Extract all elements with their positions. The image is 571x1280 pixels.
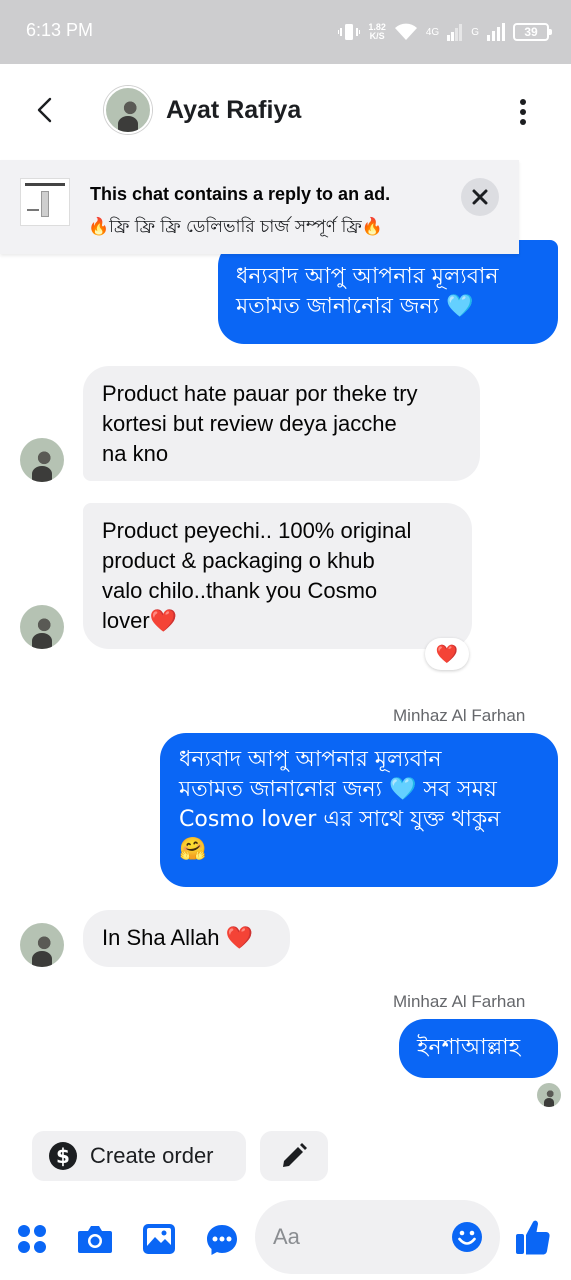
network-type-1: 4G — [425, 26, 440, 38]
message-reaction[interactable]: ❤️ — [425, 638, 469, 670]
message-text: Product hate pauar por theke try kortesi… — [102, 381, 418, 466]
message-incoming[interactable]: In Sha Allah ❤️ — [83, 910, 290, 967]
signal-icon-1 — [447, 24, 463, 41]
message-incoming[interactable]: Product hate pauar por theke try kortesi… — [83, 366, 480, 481]
battery-icon: 39 — [513, 23, 552, 41]
heart-reaction-icon: ❤️ — [435, 643, 459, 665]
signal-icon-2 — [487, 23, 505, 41]
contact-avatar[interactable] — [104, 86, 152, 134]
message-outgoing[interactable]: ধন্যবাদ আপু আপনার মূল্যবান মতামত জানানোর… — [160, 733, 558, 887]
ad-thumbnail — [20, 178, 70, 226]
dollar-icon: $ — [49, 1142, 77, 1170]
edit-button[interactable] — [260, 1131, 328, 1181]
message-text: In Sha Allah ❤️ — [102, 925, 253, 950]
seen-avatar — [537, 1083, 561, 1107]
emoji-icon[interactable] — [451, 1221, 483, 1253]
message-input-placeholder: Aa — [273, 1224, 300, 1249]
status-indicators: 1.82 K/S 4G G 39 — [338, 18, 552, 46]
message-incoming[interactable]: Product peyechi.. 100% original product … — [83, 503, 472, 649]
sender-name: Minhaz Al Farhan — [393, 706, 526, 725]
close-icon[interactable] — [461, 178, 499, 216]
more-vertical-icon[interactable] — [510, 98, 536, 126]
sender-avatar[interactable] — [20, 605, 64, 649]
message-composer: Aa — [0, 1196, 571, 1280]
ad-reply-banner[interactable]: This chat contains a reply to an ad. 🔥ফ্… — [0, 160, 519, 254]
wifi-icon — [394, 23, 417, 40]
status-time: 6:13 PM — [26, 20, 94, 40]
create-order-label: Create order — [90, 1143, 214, 1168]
message-outgoing[interactable]: ধন্যবাদ আপু আপনার মূল্যবান মতামত জানানোর… — [218, 240, 558, 344]
sender-name: Minhaz Al Farhan — [393, 992, 526, 1011]
network-speed: 1.82 K/S — [368, 22, 386, 41]
message-text: ধন্যবাদ আপু আপনার মূল্যবান মতামত জানানোর… — [236, 264, 499, 319]
vibrate-icon — [338, 24, 361, 40]
contact-name[interactable]: Ayat Rafiya — [166, 96, 301, 125]
apps-grid-icon[interactable] — [17, 1224, 47, 1254]
message-text: ইনশাআল্লাহ — [417, 1035, 521, 1060]
message-text: Product peyechi.. 100% original product … — [102, 518, 412, 633]
message-text: ধন্যবাদ আপু আপনার মূল্যবান মতামত জানানোর… — [179, 747, 501, 862]
sender-avatar[interactable] — [20, 438, 64, 482]
create-order-button[interactable]: $ Create order — [32, 1131, 246, 1181]
sender-avatar[interactable] — [20, 923, 64, 967]
ad-banner-title: This chat contains a reply to an ad. — [90, 184, 391, 204]
status-bar: 6:13 PM 1.82 K/S 4G G 39 — [0, 0, 571, 64]
camera-icon[interactable] — [77, 1224, 113, 1254]
thumbs-up-icon[interactable] — [515, 1218, 551, 1256]
gallery-icon[interactable] — [142, 1223, 176, 1255]
chat-bubble-icon[interactable] — [205, 1223, 239, 1257]
network-type-2: G — [471, 26, 479, 38]
svg-text:$: $ — [56, 1144, 70, 1168]
chat-header: Ayat Rafiya — [0, 64, 571, 160]
back-arrow-icon[interactable] — [30, 94, 62, 126]
message-input[interactable]: Aa — [255, 1200, 500, 1274]
message-outgoing[interactable]: ইনশাআল্লাহ — [399, 1019, 558, 1078]
pencil-icon — [283, 1143, 307, 1167]
ad-banner-subtitle: 🔥ফ্রি ফ্রি ফ্রি ডেলিভারি চার্জ সম্পূর্ণ … — [88, 217, 383, 237]
